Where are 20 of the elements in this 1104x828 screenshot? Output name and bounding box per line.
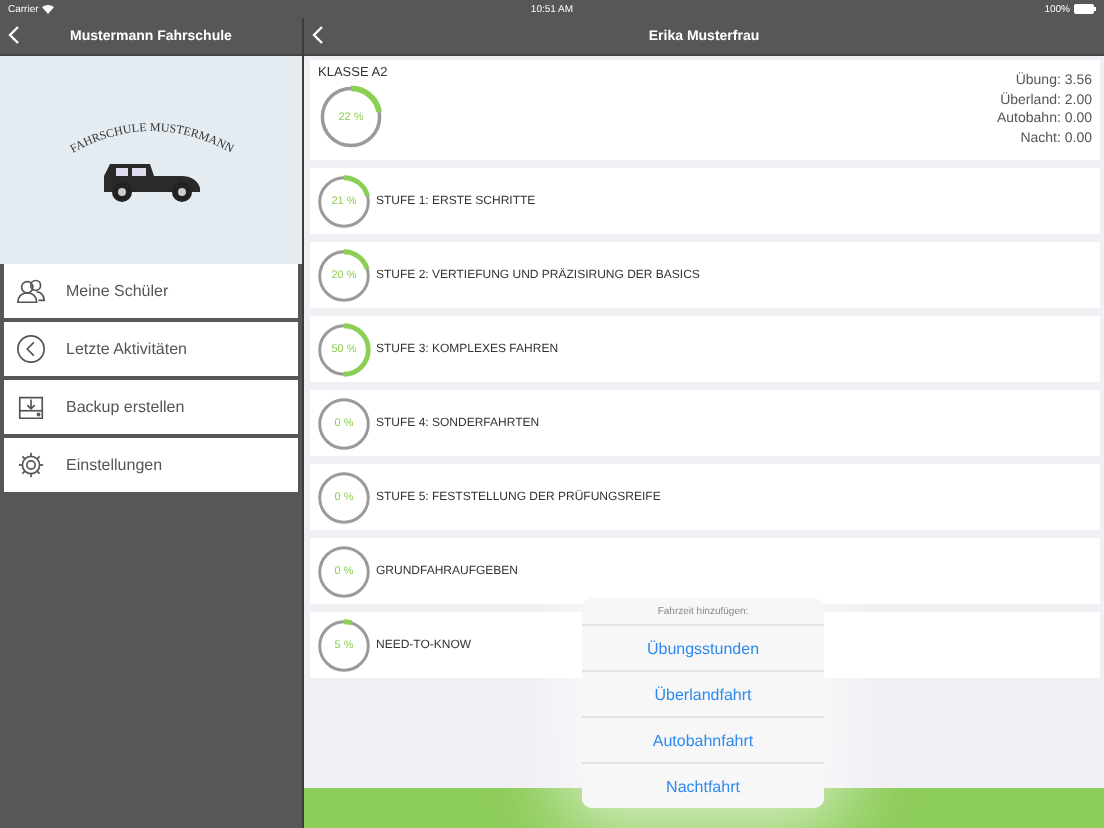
settings-icon xyxy=(16,450,46,480)
menu-item[interactable]: Backup erstellen xyxy=(4,380,298,434)
download-tray-icon xyxy=(16,392,46,422)
battery-icon xyxy=(1073,4,1096,14)
progress-ring xyxy=(318,84,384,150)
users-icon xyxy=(16,276,46,306)
back-icon[interactable] xyxy=(8,26,20,44)
progress-ring xyxy=(316,617,372,673)
back-icon[interactable] xyxy=(312,26,324,44)
back-circle-icon xyxy=(16,334,46,364)
progress-ring xyxy=(316,543,372,599)
progress-ring xyxy=(316,247,372,303)
progress-ring xyxy=(316,321,372,377)
progress-ring xyxy=(316,395,372,451)
wifi-icon xyxy=(42,4,55,14)
menu-item[interactable]: Letzte Aktivitäten xyxy=(4,322,298,376)
menu-item[interactable]: Einstellungen xyxy=(4,438,298,492)
menu-item[interactable]: Meine Schüler xyxy=(4,264,298,318)
progress-ring xyxy=(316,469,372,525)
progress-ring xyxy=(316,173,372,229)
